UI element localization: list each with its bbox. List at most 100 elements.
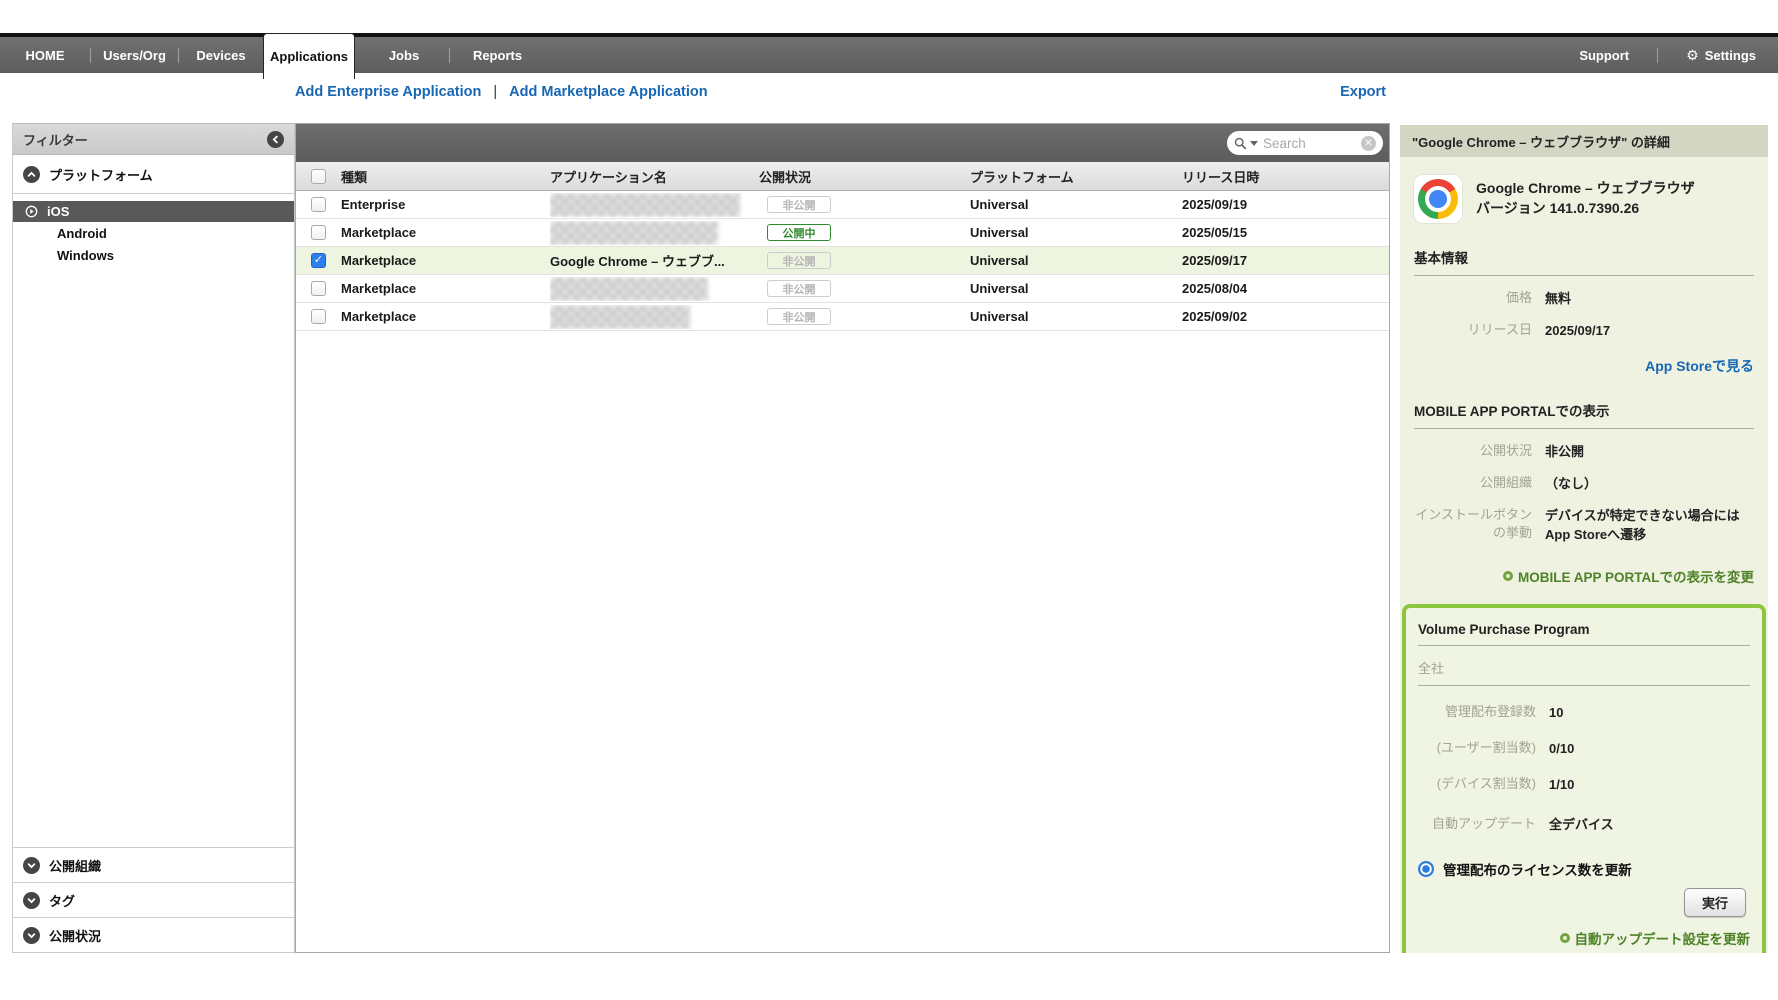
- sidebar-item-ios[interactable]: iOS: [13, 201, 294, 222]
- nav-item-jobs[interactable]: Jobs: [359, 48, 449, 63]
- app-screen: HOME Users/Org Devices Jobs Reports Supp…: [0, 0, 1778, 1000]
- status-badge: 非公開: [767, 308, 831, 325]
- filter-section-platform[interactable]: プラットフォーム: [13, 155, 294, 194]
- app-detail-panel: "Google Chrome – ウェブブラウザ" の詳細 Google Chr…: [1400, 125, 1768, 953]
- portal-org-row: 公開組織 （なし）: [1414, 474, 1754, 493]
- divider: [1414, 428, 1754, 429]
- run-button[interactable]: 実行: [1684, 888, 1746, 917]
- add-application-links: Add Enterprise Application | Add Marketp…: [295, 84, 708, 100]
- table-row[interactable]: Marketplace 公開中 Universal 2025/05/15: [296, 219, 1389, 247]
- column-header-name[interactable]: アプリケーション名: [550, 167, 759, 186]
- vpp-scope: 全社: [1418, 658, 1750, 677]
- portal-status-label: 公開状況: [1414, 442, 1532, 461]
- basic-info-title: 基本情報: [1414, 247, 1754, 267]
- device-allocation-row: (デバイス割当数) 1/10: [1418, 775, 1750, 794]
- nav-item-home[interactable]: HOME: [0, 48, 90, 63]
- sidebar-item-windows[interactable]: Windows: [13, 244, 294, 266]
- search-input[interactable]: [1261, 135, 1358, 152]
- sidebar-item-label: iOS: [47, 204, 69, 219]
- managed-license-count-label: 管理配布登録数: [1418, 703, 1536, 722]
- application-table-panel: ✕ 種類 アプリケーション名 公開状況 プラットフォーム リリース日時 Ente…: [295, 123, 1390, 953]
- release-date-label: リリース日: [1414, 321, 1532, 340]
- search-clear-icon[interactable]: ✕: [1361, 136, 1376, 151]
- divider: [1418, 645, 1750, 646]
- row-checkbox[interactable]: [311, 281, 326, 296]
- filter-header: フィルター: [13, 123, 294, 155]
- view-in-app-store-link[interactable]: App Storeで見る: [1645, 356, 1754, 376]
- green-bullet-icon: [1503, 571, 1513, 581]
- collapsed-filter-sections: 公開組織 タグ 公開状況: [13, 847, 294, 952]
- portal-org-value: （なし）: [1545, 474, 1597, 493]
- chevron-left-icon: [271, 135, 280, 144]
- auto-update-row: 自動アップデート 全デバイス: [1418, 815, 1750, 834]
- nav-item-devices[interactable]: Devices: [179, 48, 263, 63]
- portal-org-label: 公開組織: [1414, 474, 1532, 493]
- nav-item-settings[interactable]: ⚙Settings: [1686, 47, 1756, 64]
- table-row[interactable]: Marketplace 非公開 Universal 2025/09/02: [296, 303, 1389, 331]
- release-date-value: 2025/09/17: [1545, 321, 1610, 340]
- table-row[interactable]: Marketplace 非公開 Universal 2025/08/04: [296, 275, 1389, 303]
- filter-sidebar: フィルター プラットフォーム iOS Android Windows: [12, 123, 295, 953]
- nav-item-support[interactable]: Support: [1579, 48, 1629, 63]
- install-button-behavior-value: デバイスが特定できない場合にはApp Storeへ遷移: [1545, 506, 1754, 544]
- status-badge: 非公開: [767, 280, 831, 297]
- sidebar-gap: [13, 194, 294, 201]
- row-checkbox[interactable]: [311, 225, 326, 240]
- user-allocation-value: 0/10: [1549, 739, 1574, 758]
- filter-section-published-org[interactable]: 公開組織: [13, 847, 294, 882]
- update-auto-update-settings-link[interactable]: 自動アップデート設定を更新: [1560, 928, 1751, 948]
- column-header-status[interactable]: 公開状況: [759, 167, 970, 186]
- row-checkbox[interactable]: [311, 309, 326, 324]
- sidebar-item-android[interactable]: Android: [13, 222, 294, 244]
- column-header-release[interactable]: リリース日時: [1182, 167, 1389, 186]
- table-row[interactable]: Enterprise 非公開 Universal 2025/09/19: [296, 191, 1389, 219]
- chevron-down-circle-icon: [23, 892, 40, 909]
- sidebar-item-label: Windows: [57, 248, 114, 263]
- nav-right-group: Support ⚙Settings: [1579, 37, 1778, 73]
- release-date-row: リリース日 2025/09/17: [1414, 321, 1754, 340]
- auto-update-value: 全デバイス: [1549, 815, 1614, 834]
- filter-section-tags[interactable]: タグ: [13, 882, 294, 917]
- change-portal-display-link[interactable]: MOBILE APP PORTALでの表示を変更: [1503, 566, 1754, 586]
- portal-section-title: MOBILE APP PORTALでの表示: [1414, 400, 1754, 420]
- filter-section-label: 公開状況: [49, 926, 101, 945]
- add-enterprise-application-link[interactable]: Add Enterprise Application: [295, 84, 481, 100]
- update-license-radio-row: 管理配布のライセンス数を更新: [1418, 859, 1750, 879]
- detail-panel-title: "Google Chrome – ウェブブラウザ" の詳細: [1400, 125, 1768, 157]
- table-row-selected[interactable]: Marketplace Google Chrome – ウェブブ... 非公開 …: [296, 247, 1389, 275]
- add-marketplace-application-link[interactable]: Add Marketplace Application: [509, 84, 707, 100]
- search-scope-caret-icon[interactable]: [1250, 141, 1258, 146]
- column-header-platform[interactable]: プラットフォーム: [970, 167, 1182, 186]
- status-badge: 非公開: [767, 252, 831, 269]
- managed-license-count-row: 管理配布登録数 10: [1418, 703, 1750, 722]
- vpp-title: Volume Purchase Program: [1418, 622, 1750, 637]
- nav-item-users-org[interactable]: Users/Org: [91, 48, 178, 63]
- search-box[interactable]: ✕: [1227, 131, 1383, 155]
- select-all-checkbox[interactable]: [311, 169, 326, 184]
- app-version: バージョン 141.0.7390.26: [1476, 198, 1695, 218]
- managed-license-count-value: 10: [1549, 703, 1563, 722]
- gear-icon: ⚙: [1686, 47, 1699, 63]
- auto-update-label: 自動アップデート: [1418, 815, 1536, 834]
- chevron-down-circle-icon: [23, 927, 40, 944]
- table-header-row: 種類 アプリケーション名 公開状況 プラットフォーム リリース日時: [296, 162, 1389, 191]
- sidebar-collapse-button[interactable]: [267, 131, 284, 148]
- nav-item-reports[interactable]: Reports: [450, 48, 545, 63]
- tab-applications-active[interactable]: Applications: [263, 33, 355, 79]
- search-icon: [1234, 137, 1247, 150]
- link-divider: |: [493, 84, 497, 100]
- update-license-radio[interactable]: [1418, 861, 1434, 877]
- install-button-behavior-label: インストールボタンの挙動: [1414, 506, 1532, 544]
- row-checkbox[interactable]: [311, 197, 326, 212]
- sidebar-item-label: Android: [57, 226, 107, 241]
- status-badge: 非公開: [767, 196, 831, 213]
- filter-section-label: 公開組織: [49, 856, 101, 875]
- app-name-cell: Google Chrome – ウェブブ...: [550, 251, 759, 270]
- row-checkbox-checked[interactable]: [311, 253, 326, 268]
- selected-play-icon: [25, 205, 38, 218]
- filter-section-publish-status[interactable]: 公開状況: [13, 917, 294, 952]
- device-allocation-label: (デバイス割当数): [1418, 775, 1536, 794]
- export-link[interactable]: Export: [1340, 84, 1386, 100]
- filter-title: フィルター: [23, 130, 267, 149]
- column-header-type[interactable]: 種類: [341, 167, 550, 186]
